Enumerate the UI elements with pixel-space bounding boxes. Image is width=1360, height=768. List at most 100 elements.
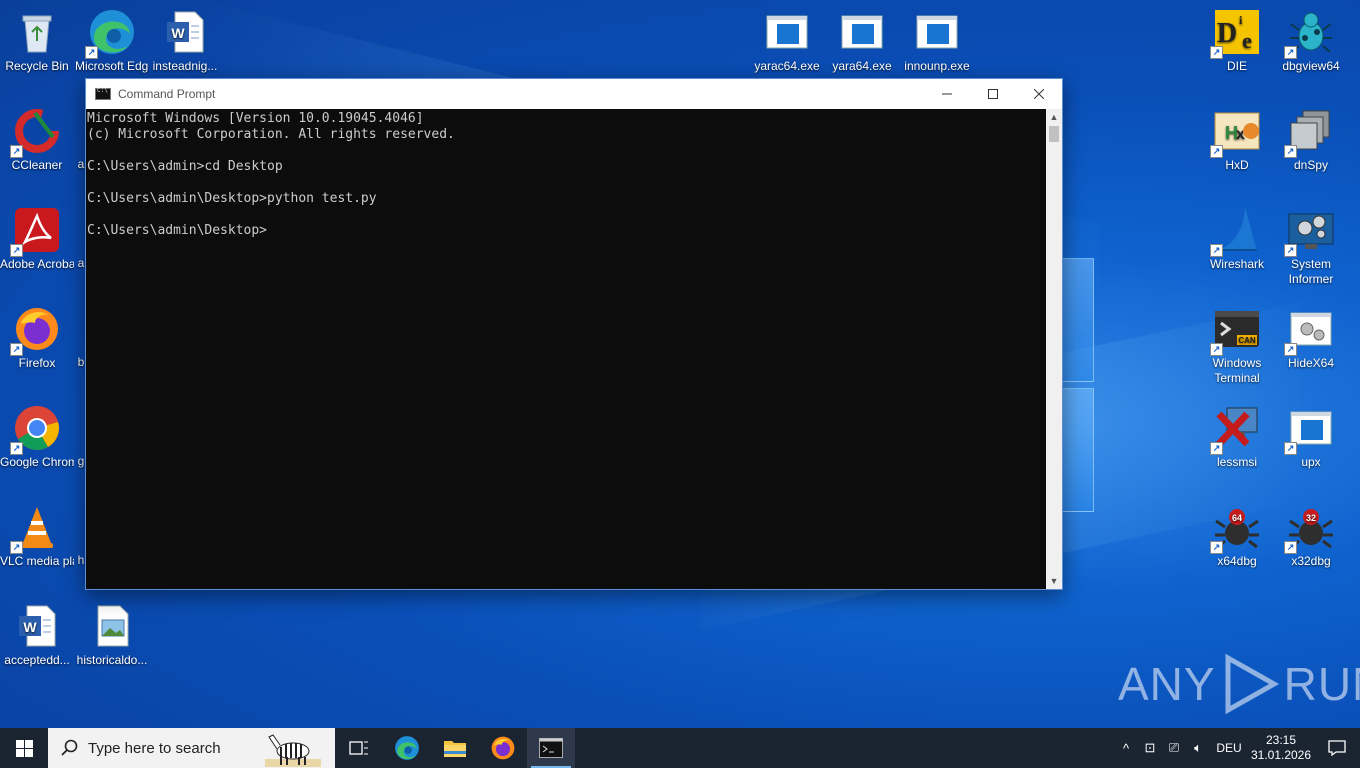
chrome-icon: ↗ xyxy=(10,404,61,455)
anyrun-watermark: ANY RUN xyxy=(1118,654,1360,714)
dnspy-icon: ↗ xyxy=(1284,107,1335,158)
folder-icon xyxy=(444,741,466,757)
watermark-text-left: ANY xyxy=(1118,658,1216,710)
desktop-icon-hidex64[interactable]: ↗ HideX64 xyxy=(1274,305,1348,371)
shortcut-arrow-icon: ↗ xyxy=(10,442,23,455)
console-output[interactable]: Microsoft Windows [Version 10.0.19045.40… xyxy=(86,109,1046,589)
desktop-icon-recycle-bin[interactable]: Recycle Bin xyxy=(0,8,74,74)
shortcut-arrow-icon: ↗ xyxy=(1210,244,1223,257)
desktop-icon-lessmsi[interactable]: ↗ lessmsi xyxy=(1200,404,1274,470)
exe-window-icon xyxy=(763,8,811,56)
console-line: Microsoft Windows [Version 10.0.19045.40… xyxy=(87,111,424,126)
maximize-button[interactable] xyxy=(970,79,1016,109)
start-button[interactable] xyxy=(0,728,48,768)
exe-window-icon xyxy=(913,8,961,56)
shortcut-arrow-icon: ↗ xyxy=(1210,343,1223,356)
system-informer-icon: ↗ xyxy=(1284,206,1335,257)
shortcut-arrow-icon: ↗ xyxy=(10,145,23,158)
desktop-icon-x32dbg[interactable]: 32 ↗ x32dbg xyxy=(1274,503,1348,569)
scroll-down-icon[interactable]: ▼ xyxy=(1046,573,1062,589)
network-device-icon[interactable]: ⊡ xyxy=(1138,740,1162,756)
lessmsi-icon: ↗ xyxy=(1210,404,1261,455)
hidex64-icon: ↗ xyxy=(1284,305,1335,356)
taskbar-file-explorer-button[interactable] xyxy=(431,728,479,768)
firefox-icon xyxy=(491,736,515,760)
command-prompt-window[interactable]: Command Prompt Microsoft Windows [Versio… xyxy=(85,78,1063,590)
svg-text:D: D xyxy=(1217,18,1237,49)
task-view-icon xyxy=(349,741,368,755)
window-titlebar[interactable]: Command Prompt xyxy=(86,79,1062,109)
taskbar-cmd-button[interactable] xyxy=(527,728,575,768)
desktop-icon-dbgview64[interactable]: ↗ dbgview64 xyxy=(1274,8,1348,74)
tray-overflow-chevron-icon[interactable]: ^ xyxy=(1114,741,1138,756)
desktop-icon-die[interactable]: Dei ↗ DIE xyxy=(1200,8,1274,74)
desktop-icon-yara64[interactable]: yara64.exe xyxy=(825,8,899,74)
x64dbg-icon: 64 ↗ xyxy=(1210,503,1261,554)
desktop-icon-insteadnig[interactable]: W insteadnig... xyxy=(148,8,222,74)
firefox-icon: ↗ xyxy=(10,305,61,356)
desktop-icon-dnspy[interactable]: ↗ dnSpy xyxy=(1274,107,1348,173)
language-indicator[interactable]: DEU xyxy=(1210,741,1248,755)
console-prompt-line[interactable]: C:\Users\admin\Desktop> xyxy=(87,223,1046,239)
clock[interactable]: 23:15 31.01.2026 xyxy=(1248,733,1314,763)
desktop-icon-innounp[interactable]: innounp.exe xyxy=(900,8,974,74)
desktop-icon-yarac64[interactable]: yarac64.exe xyxy=(750,8,824,74)
desktop-icon-wireshark[interactable]: ↗ Wireshark xyxy=(1200,206,1274,272)
desktop-icon-hxd[interactable]: Hx ↗ HxD xyxy=(1200,107,1274,173)
desktop-icon-label: HxD xyxy=(1225,158,1249,172)
scrollbar-thumb[interactable] xyxy=(1049,126,1059,142)
vlc-icon: ↗ xyxy=(10,503,61,554)
taskbar-firefox-button[interactable] xyxy=(479,728,527,768)
close-button[interactable] xyxy=(1016,79,1062,109)
shortcut-arrow-icon: ↗ xyxy=(1284,541,1297,554)
desktop-icon-label: Microsoft Edge xyxy=(75,59,149,73)
desktop-icon-label: historicaldo... xyxy=(76,653,148,667)
console-line: C:\Users\admin\Desktop>python test.py xyxy=(87,191,377,206)
desktop-icon-system-informer[interactable]: ↗ System Informer xyxy=(1274,206,1348,287)
minimize-button[interactable] xyxy=(924,79,970,109)
exe-window-icon xyxy=(838,8,886,56)
desktop-icon-label: DIE xyxy=(1226,59,1247,73)
desktop-icon-acceptedd[interactable]: W acceptedd... xyxy=(0,602,74,668)
vertical-scrollbar[interactable]: ▲ ▼ xyxy=(1046,109,1062,589)
volume-icon[interactable]: 🔈︎ xyxy=(1186,740,1210,756)
shortcut-arrow-icon: ↗ xyxy=(1210,145,1223,158)
desktop-icon-x64dbg[interactable]: 64 ↗ x64dbg xyxy=(1200,503,1274,569)
shortcut-arrow-icon: ↗ xyxy=(10,244,23,257)
dbgview-icon: ↗ xyxy=(1284,8,1335,59)
edge-icon xyxy=(395,736,419,760)
search-icon xyxy=(61,739,78,756)
network-icon[interactable]: ⎚ xyxy=(1162,740,1186,756)
shortcut-arrow-icon: ↗ xyxy=(1210,46,1223,59)
svg-text:e: e xyxy=(1242,28,1252,53)
word-doc-icon: W xyxy=(161,8,209,56)
cmd-icon xyxy=(539,738,563,758)
desktop-icon-label: Windows Terminal xyxy=(1212,356,1262,385)
desktop-icon-edge[interactable]: ↗ Microsoft Edge xyxy=(75,8,149,74)
svg-text:W: W xyxy=(171,25,185,41)
clock-date: 31.01.2026 xyxy=(1250,748,1312,762)
taskbar-edge-button[interactable] xyxy=(383,728,431,768)
scroll-up-icon[interactable]: ▲ xyxy=(1046,109,1062,125)
x32dbg-icon: 32 ↗ xyxy=(1284,503,1335,554)
cmd-app-icon[interactable] xyxy=(95,87,111,100)
notification-button[interactable] xyxy=(1314,728,1360,768)
shortcut-arrow-icon: ↗ xyxy=(85,46,98,59)
desktop-icon-upx[interactable]: ↗ upx xyxy=(1274,404,1348,470)
system-tray: ^ ⊡ ⎚ 🔈︎ DEU 23:15 31.01.2026 xyxy=(1114,728,1360,768)
close-icon xyxy=(1034,89,1044,99)
desktop-icon-label: innounp.exe xyxy=(904,59,970,73)
hxd-icon: Hx ↗ xyxy=(1210,107,1261,158)
shortcut-arrow-icon: ↗ xyxy=(1210,442,1223,455)
windows-logo-pane xyxy=(1062,388,1094,512)
taskbar-search-box[interactable]: Type here to search xyxy=(48,728,335,768)
task-view-button[interactable] xyxy=(335,728,383,768)
svg-text:CAN: CAN xyxy=(1238,336,1256,345)
desktop-icon-windows-terminal[interactable]: CAN ↗ Windows Terminal xyxy=(1200,305,1274,386)
svg-text:32: 32 xyxy=(1306,513,1316,523)
desktop-icon-historicaldo[interactable]: historicaldo... xyxy=(75,602,149,668)
desktop-icon-label: dbgview64 xyxy=(1282,59,1340,73)
play-logo-icon xyxy=(1225,654,1279,714)
